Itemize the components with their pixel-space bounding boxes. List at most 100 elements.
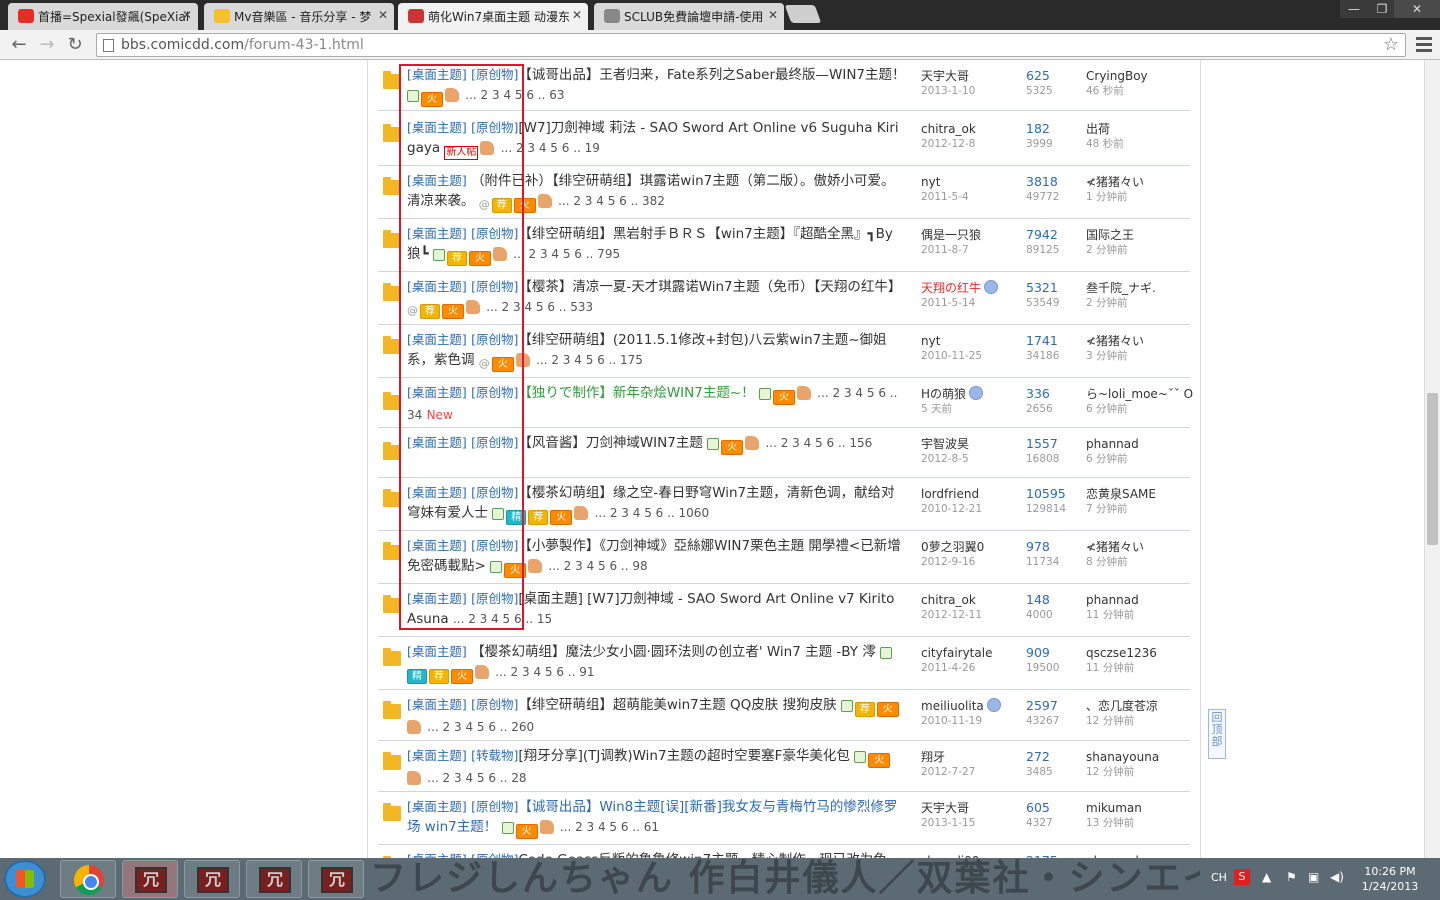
last-poster[interactable]: qsczse1236: [1086, 645, 1190, 661]
last-post-time[interactable]: 7 分钟前: [1086, 502, 1190, 516]
author-name[interactable]: 偶是一只狼: [921, 227, 1011, 243]
network-icon[interactable]: ▣: [1308, 870, 1319, 884]
ime-icon[interactable]: S: [1234, 869, 1250, 885]
type-link[interactable]: [原创物]: [471, 799, 518, 814]
reply-count[interactable]: 1557: [1026, 436, 1076, 452]
reply-count[interactable]: 978: [1026, 539, 1076, 555]
browser-tab[interactable]: SCLUB免費論壇申請-使用 ✕: [594, 3, 784, 30]
thread-title-link[interactable]: 【风音酱】刀剑神域WIN7主题: [518, 435, 703, 451]
tab-close-icon[interactable]: ✕: [182, 8, 192, 22]
chrome-menu-icon[interactable]: [1416, 34, 1432, 56]
author-name[interactable]: chitra_ok: [921, 592, 1011, 608]
last-post-time[interactable]: 13 分钟前: [1086, 816, 1190, 830]
page-links[interactable]: ... 2 3 4 5 6 .. 98: [548, 559, 647, 573]
author-name[interactable]: 天宇大哥: [921, 800, 1011, 816]
last-post-time[interactable]: 46 秒前: [1086, 84, 1190, 98]
language-indicator[interactable]: CH: [1211, 871, 1227, 884]
reply-count[interactable]: 2597: [1026, 698, 1076, 714]
page-links[interactable]: ... 2 3 4 5 6 .. 91: [495, 665, 594, 679]
page-links[interactable]: ... 2 3 4 5 6 .. 175: [536, 353, 643, 367]
author-name[interactable]: 宇智波昊: [921, 436, 1011, 452]
last-post-time[interactable]: 1 分钟前: [1086, 190, 1190, 204]
reload-icon[interactable]: ↻: [64, 34, 86, 56]
page-links[interactable]: ... 2 3 4 5 6 .. 61: [560, 820, 659, 834]
last-post-time[interactable]: 2 分钟前: [1086, 296, 1190, 310]
last-poster[interactable]: phannad: [1086, 592, 1190, 608]
thread-title-link[interactable]: 【独りで制作】新年杂烩WIN7主题~！: [518, 385, 754, 401]
browser-tab[interactable]: 首播=Spexial發飆(SpeXial ✕: [8, 3, 198, 30]
folder-icon[interactable]: [383, 752, 401, 770]
folder-icon[interactable]: [383, 701, 401, 719]
last-poster[interactable]: mikuman: [1086, 800, 1190, 816]
taskbar-app-button-3[interactable]: 冗: [246, 860, 302, 898]
taskbar-app-button-4[interactable]: 冗: [308, 860, 364, 898]
taskbar-chrome-button[interactable]: [60, 860, 116, 898]
page-links[interactable]: ... 2 3 4 5 6 .. 795: [513, 247, 620, 261]
last-post-time[interactable]: 2 分钟前: [1086, 243, 1190, 257]
last-poster[interactable]: 国际之王: [1086, 227, 1190, 243]
last-poster[interactable]: 、恋几度苍凉: [1086, 698, 1190, 714]
page-links[interactable]: ... 2 3 4 5 6 .. 260: [427, 720, 534, 734]
last-post-time[interactable]: 3 分钟前: [1086, 349, 1190, 363]
start-button[interactable]: [4, 860, 46, 898]
author-name[interactable]: lordfriend: [921, 486, 1011, 502]
last-poster[interactable]: ≮猪猪々い: [1086, 174, 1190, 190]
last-post-time[interactable]: 12 分钟前: [1086, 714, 1190, 728]
category-link[interactable]: [桌面主题]: [407, 748, 467, 763]
reply-count[interactable]: 1741: [1026, 333, 1076, 349]
tab-close-icon[interactable]: ✕: [768, 8, 778, 22]
reply-count[interactable]: 7942: [1026, 227, 1076, 243]
type-link[interactable]: [转载物]: [471, 748, 518, 763]
last-post-time[interactable]: 11 分钟前: [1086, 608, 1190, 622]
folder-icon[interactable]: [383, 803, 401, 821]
category-link[interactable]: [桌面主题]: [407, 697, 467, 712]
back-arrow-icon[interactable]: ←: [8, 34, 30, 56]
last-post-time[interactable]: 48 秒前: [1086, 137, 1190, 151]
thread-title-link[interactable]: [翔牙分享](TJ调教)Win7主题の超时空要塞F豪华美化包: [518, 748, 850, 764]
category-link[interactable]: [桌面主题]: [407, 644, 467, 659]
close-window-button[interactable]: ✕: [1394, 0, 1440, 18]
reply-count[interactable]: 909: [1026, 645, 1076, 661]
taskbar-app-button-2[interactable]: 冗: [184, 860, 240, 898]
author-name[interactable]: nyt: [921, 333, 1011, 349]
thread-title-link[interactable]: 【绯空研萌组】超萌能美win7主题 QQ皮肤 搜狗皮肤: [518, 697, 836, 713]
reply-count[interactable]: 3818: [1026, 174, 1076, 190]
reply-count[interactable]: 10595: [1026, 486, 1076, 502]
last-poster[interactable]: phannad: [1086, 436, 1190, 452]
volume-icon[interactable]: ◀): [1330, 870, 1344, 884]
reply-count[interactable]: 148: [1026, 592, 1076, 608]
author-name[interactable]: cityfairytale: [921, 645, 1011, 661]
author-name[interactable]: 天翔の红牛: [921, 280, 1011, 296]
page-links[interactable]: ... 2 3 4 5 6 .. 1060: [595, 506, 710, 520]
thread-title-link[interactable]: 【樱茶】清凉一夏-天才琪露诺Win7主题（免币）【天翔の红牛】: [518, 279, 901, 295]
author-name[interactable]: meiliuolita: [921, 698, 1011, 714]
reply-count[interactable]: 625: [1026, 68, 1076, 84]
last-poster[interactable]: ≮猪猪々い: [1086, 539, 1190, 555]
taskbar-app-button-1[interactable]: 冗: [122, 860, 178, 898]
page-links[interactable]: ... 2 3 4 5 6 .. 28: [427, 771, 526, 785]
tab-close-icon[interactable]: ✕: [572, 8, 582, 22]
action-center-flag-icon[interactable]: ⚑: [1286, 870, 1297, 884]
last-post-time[interactable]: 6 分钟前: [1086, 402, 1190, 416]
last-poster[interactable]: 出荷: [1086, 121, 1190, 137]
reply-count[interactable]: 336: [1026, 386, 1076, 402]
page-links[interactable]: ... 2 3 4 5 6 .. 156: [765, 436, 872, 450]
page-scrollbar[interactable]: [1424, 60, 1440, 858]
reply-count[interactable]: 605: [1026, 800, 1076, 816]
back-to-top-button[interactable]: 回顶部: [1208, 709, 1226, 759]
last-post-time[interactable]: 12 分钟前: [1086, 765, 1190, 779]
forward-arrow-icon[interactable]: →: [36, 34, 58, 56]
last-poster[interactable]: 恋黄泉SAME: [1086, 486, 1190, 502]
page-links[interactable]: ... 2 3 4 5 6 .. 382: [558, 194, 665, 208]
minimize-button[interactable]: —: [1340, 0, 1368, 18]
last-poster[interactable]: shanayouna: [1086, 749, 1190, 765]
folder-icon[interactable]: [383, 648, 401, 666]
author-name[interactable]: nyt: [921, 174, 1011, 190]
last-poster[interactable]: ら~loli_moe~ˇˇ O: [1086, 386, 1193, 402]
last-post-time[interactable]: 6 分钟前: [1086, 452, 1190, 466]
last-poster[interactable]: CryingBoy: [1086, 68, 1190, 84]
scrollbar-thumb[interactable]: [1427, 393, 1438, 545]
tray-expand-icon[interactable]: ▲: [1262, 870, 1271, 884]
author-name[interactable]: 0萝之羽翼0: [921, 539, 1011, 555]
category-link[interactable]: [桌面主题]: [407, 799, 467, 814]
